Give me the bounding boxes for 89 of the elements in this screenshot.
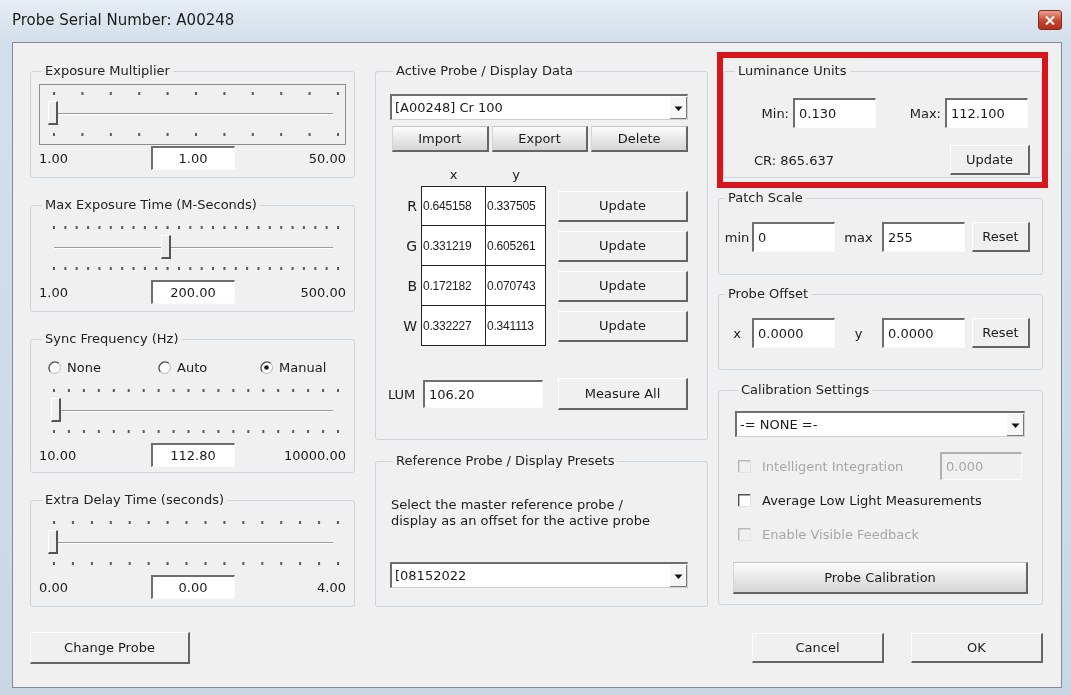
value-field[interactable]: 0.00 xyxy=(150,575,235,599)
max-value-label: 500.00 xyxy=(300,284,346,300)
value-field[interactable]: 0.0000 xyxy=(882,318,965,348)
value-field[interactable]: 255 xyxy=(882,222,965,252)
dropdown-arrow-icon[interactable] xyxy=(670,564,687,587)
field-label: max xyxy=(844,229,873,245)
group-title: Sync Frequency (Hz) xyxy=(44,331,180,347)
description-text: Select the master reference probe / display as an offset for the active probe xyxy=(391,497,652,529)
action-button[interactable]: Delete xyxy=(591,126,688,152)
preset-dropdown[interactable]: [08152022 xyxy=(390,562,688,588)
value-field[interactable]: 0.0000 xyxy=(752,318,835,348)
table-cell: 0.645158 xyxy=(421,186,486,226)
row-label: B xyxy=(407,277,418,296)
group-title: Active Probe / Display Data xyxy=(395,63,574,79)
table-cell: 0.341113 xyxy=(486,306,546,346)
reset-button[interactable]: Reset xyxy=(972,222,1030,252)
value-field[interactable]: 0.130 xyxy=(793,98,876,128)
row-label: R xyxy=(407,197,418,216)
row-label: W xyxy=(403,317,418,336)
change-probe-button[interactable]: Change Probe xyxy=(30,632,190,664)
table-cell: 0.070743 xyxy=(486,266,546,306)
radio-icon[interactable] xyxy=(158,360,171,374)
close-icon xyxy=(1045,15,1055,25)
field-label: min xyxy=(724,229,750,245)
dropdown-arrow-icon[interactable] xyxy=(1007,413,1024,436)
probe-calibration-button[interactable]: Probe Calibration xyxy=(733,562,1028,594)
value-field[interactable]: 0 xyxy=(752,222,835,252)
value-field[interactable]: 112.100 xyxy=(945,98,1028,128)
column-header: x xyxy=(449,165,458,184)
table-cell: 0.337505 xyxy=(486,186,546,226)
min-value-label: 1.00 xyxy=(39,284,68,300)
max-value-label: 10000.00 xyxy=(283,447,346,463)
table-cell: 0.172182 xyxy=(421,266,486,306)
row-label: G xyxy=(406,237,418,256)
probe-dropdown[interactable]: [A00248] Cr 100 xyxy=(390,94,688,120)
radio-option[interactable]: None xyxy=(48,359,101,375)
field-label: LUM xyxy=(388,386,417,402)
checkbox-icon[interactable] xyxy=(738,493,751,507)
update-button[interactable]: Update xyxy=(558,230,688,262)
slider-track[interactable] xyxy=(39,84,346,145)
checkbox-option[interactable]: Average Low Light Measurements xyxy=(738,492,982,508)
value-field[interactable]: 112.80 xyxy=(150,443,235,467)
radio-option[interactable]: Auto xyxy=(158,359,208,375)
min-value-label: 10.00 xyxy=(39,447,77,463)
reset-button[interactable]: Reset xyxy=(972,318,1030,348)
radio-icon[interactable] xyxy=(260,360,273,374)
action-button[interactable]: Export xyxy=(491,126,589,152)
group-title: Extra Delay Time (seconds) xyxy=(44,492,226,508)
min-value-label: 0.00 xyxy=(39,579,68,595)
dialog-button[interactable]: OK xyxy=(911,633,1043,663)
slider-thumb[interactable] xyxy=(50,398,61,422)
group-title: Calibration Settings xyxy=(740,382,871,398)
group-title: Probe Offset xyxy=(727,286,810,302)
update-button[interactable]: Update xyxy=(558,270,688,302)
action-button[interactable]: Import xyxy=(392,126,489,152)
contrast-ratio-text: CR: 865.637 xyxy=(754,152,834,168)
group-title: Patch Scale xyxy=(727,190,804,206)
slider-thumb[interactable] xyxy=(161,235,172,259)
update-button[interactable]: Update xyxy=(558,190,688,222)
dialog-button[interactable]: Cancel xyxy=(752,633,884,663)
value-field[interactable]: 1.00 xyxy=(150,146,235,170)
slider-thumb[interactable] xyxy=(48,101,58,125)
table-cell: 0.332227 xyxy=(421,306,486,346)
table-cell: 0.331219 xyxy=(421,226,486,266)
group-title: Reference Probe / Display Presets xyxy=(395,453,616,469)
table-cell: 0.605261 xyxy=(486,226,546,266)
max-value-label: 4.00 xyxy=(317,579,346,595)
max-value-label: 50.00 xyxy=(308,150,346,166)
radio-option[interactable]: Manual xyxy=(260,359,327,375)
field-label: x xyxy=(733,325,741,341)
min-value-label: 1.00 xyxy=(39,150,68,166)
calibration-dropdown[interactable]: -= NONE =- xyxy=(735,411,1025,437)
field-label: Min: xyxy=(761,105,790,121)
window-title: Probe Serial Number: A00248 xyxy=(12,11,235,29)
group-title: Max Exposure Time (M-Seconds) xyxy=(44,197,258,213)
group-title: Exposure Multiplier xyxy=(44,63,171,79)
measure-all-button[interactable]: Measure All xyxy=(558,378,688,410)
field-label: Max: xyxy=(909,105,942,121)
value-field[interactable]: 200.00 xyxy=(150,280,235,304)
close-button[interactable] xyxy=(1038,10,1062,30)
slider-thumb[interactable] xyxy=(48,530,58,554)
radio-icon[interactable] xyxy=(48,360,61,374)
field-label: y xyxy=(854,325,863,341)
update-button[interactable]: Update xyxy=(558,310,688,342)
luminance-field[interactable]: 106.20 xyxy=(423,380,543,408)
dropdown-arrow-icon[interactable] xyxy=(670,96,687,119)
column-header: y xyxy=(512,165,520,184)
update-button[interactable]: Update xyxy=(950,145,1030,175)
group-title: Luminance Units xyxy=(737,63,848,79)
